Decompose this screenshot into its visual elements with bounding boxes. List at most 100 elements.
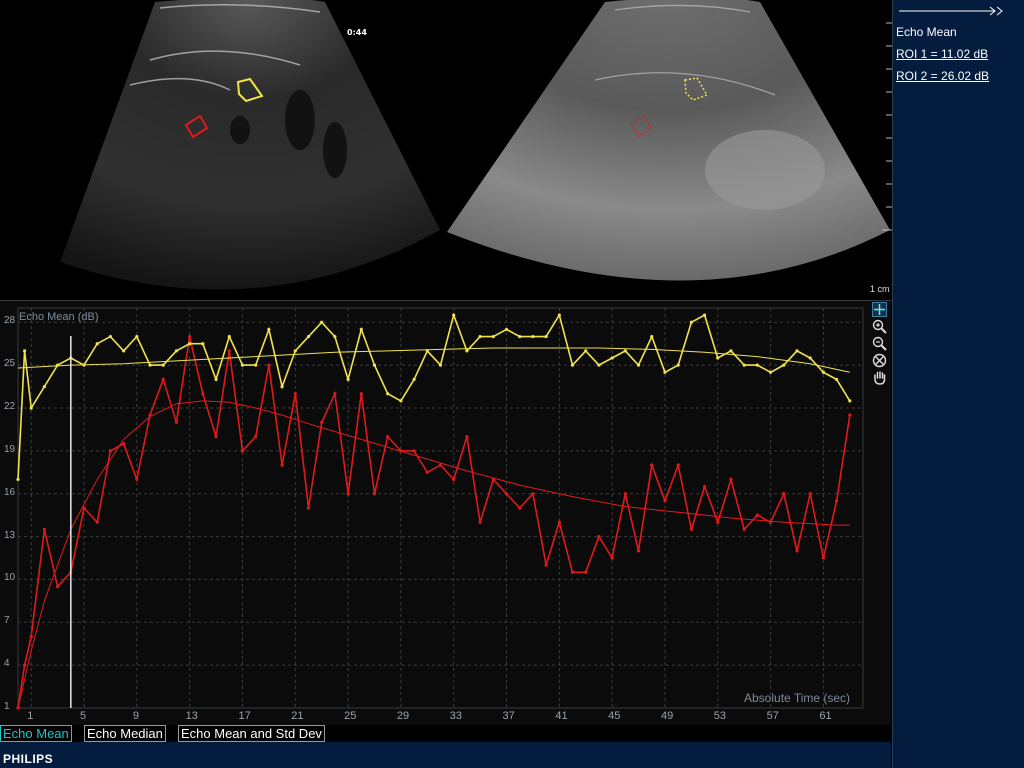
x-tick-label: 17 (238, 710, 251, 722)
expand-arrow-icon[interactable] (899, 6, 1009, 16)
y-tick-label: 7 (4, 615, 10, 627)
data-point (755, 363, 759, 367)
reset-icon[interactable] (872, 353, 887, 368)
data-point (346, 377, 350, 382)
tab-echo-median[interactable]: Echo Median (84, 725, 166, 742)
data-point (227, 349, 231, 353)
x-tick-label: 25 (344, 710, 357, 722)
results-sidebar: Echo Mean ROI 1 = 11.02 dB ROI 2 = 26.02… (892, 0, 1024, 768)
data-point (623, 492, 627, 496)
data-point (821, 556, 825, 560)
data-point (636, 549, 641, 553)
data-point (834, 377, 839, 382)
x-tick-label: 49 (660, 710, 674, 722)
time-intensity-chart[interactable] (0, 300, 891, 724)
data-point (716, 356, 720, 360)
data-point (518, 506, 522, 510)
data-point (570, 363, 575, 367)
data-point (834, 499, 839, 503)
pan-hand-icon[interactable] (872, 370, 887, 385)
zoom-in-icon[interactable] (872, 319, 887, 334)
add-icon[interactable] (872, 302, 887, 317)
depth-scale-ruler (882, 22, 892, 231)
data-point (465, 349, 469, 353)
data-point (504, 327, 509, 332)
data-point (782, 492, 786, 496)
data-point (425, 470, 429, 474)
data-point (372, 492, 377, 496)
data-point (412, 449, 416, 453)
data-point (293, 349, 297, 353)
data-point (742, 527, 746, 532)
data-point (16, 477, 20, 482)
data-point (478, 334, 482, 339)
data-point (333, 392, 337, 396)
data-point (491, 334, 495, 339)
data-point (293, 392, 297, 396)
data-point (122, 349, 126, 353)
data-point (320, 420, 324, 424)
data-point (768, 370, 773, 374)
data-point (848, 413, 852, 417)
data-point (478, 520, 482, 524)
y-tick-label: 1 (4, 701, 10, 712)
y-tick-label: 4 (4, 658, 10, 670)
data-point (848, 399, 852, 403)
data-point (808, 356, 812, 360)
data-point (267, 363, 271, 367)
data-point (531, 492, 535, 496)
data-point (280, 384, 284, 389)
data-point (359, 327, 363, 332)
graph-mode-tabs: Echo Mean Echo Median Echo Mean and Std … (0, 724, 891, 742)
data-point (689, 527, 693, 532)
x-tick-label: 9 (132, 710, 139, 722)
brand-logo: PHILIPS (3, 752, 54, 766)
scale-label: 1 cm (870, 284, 890, 294)
tab-echo-mean[interactable]: Echo Mean (0, 725, 72, 742)
data-point (702, 313, 707, 317)
x-axis-label: Absolute Time (sec) (744, 691, 851, 705)
data-point (808, 492, 812, 496)
roi-2-value-link[interactable]: ROI 2 = 26.02 dB (896, 69, 989, 83)
data-point (23, 349, 27, 353)
x-tick-label: 45 (608, 710, 621, 722)
data-point (201, 342, 205, 346)
x-tick-label: 5 (80, 710, 87, 722)
data-point (531, 334, 535, 339)
data-point (254, 363, 258, 367)
data-point (557, 520, 561, 524)
data-point (108, 449, 113, 453)
data-point (597, 534, 601, 539)
data-point (584, 570, 588, 574)
y-tick-label: 16 (4, 486, 16, 498)
data-point (729, 477, 733, 482)
data-point (663, 370, 667, 374)
data-point (689, 320, 693, 324)
zoom-out-icon[interactable] (872, 336, 887, 351)
data-point (663, 499, 667, 503)
data-point (320, 320, 324, 324)
y-tick-label: 19 (4, 443, 16, 455)
data-point (386, 392, 390, 396)
data-point (135, 334, 139, 339)
x-tick-label: 13 (185, 710, 198, 722)
data-point (56, 584, 60, 589)
x-tick-label: 41 (555, 710, 568, 722)
y-tick-label: 22 (4, 401, 16, 412)
data-point (597, 363, 601, 367)
y-tick-label: 10 (4, 572, 16, 584)
roi-1-value-link[interactable]: ROI 1 = 11.02 dB (896, 47, 988, 61)
x-tick-label: 37 (502, 710, 515, 722)
ultrasound-right-pane (447, 0, 890, 281)
x-tick-label: 29 (396, 710, 410, 722)
x-tick-label: 33 (449, 710, 462, 722)
data-point (122, 442, 126, 446)
data-point (504, 492, 509, 496)
data-point (610, 556, 614, 560)
data-point (544, 563, 548, 567)
x-tick-label: 57 (766, 710, 779, 722)
tab-echo-mean-std-dev[interactable]: Echo Mean and Std Dev (178, 725, 325, 742)
data-point (108, 334, 113, 339)
data-point (254, 434, 258, 439)
y-tick-label: 13 (4, 529, 16, 541)
